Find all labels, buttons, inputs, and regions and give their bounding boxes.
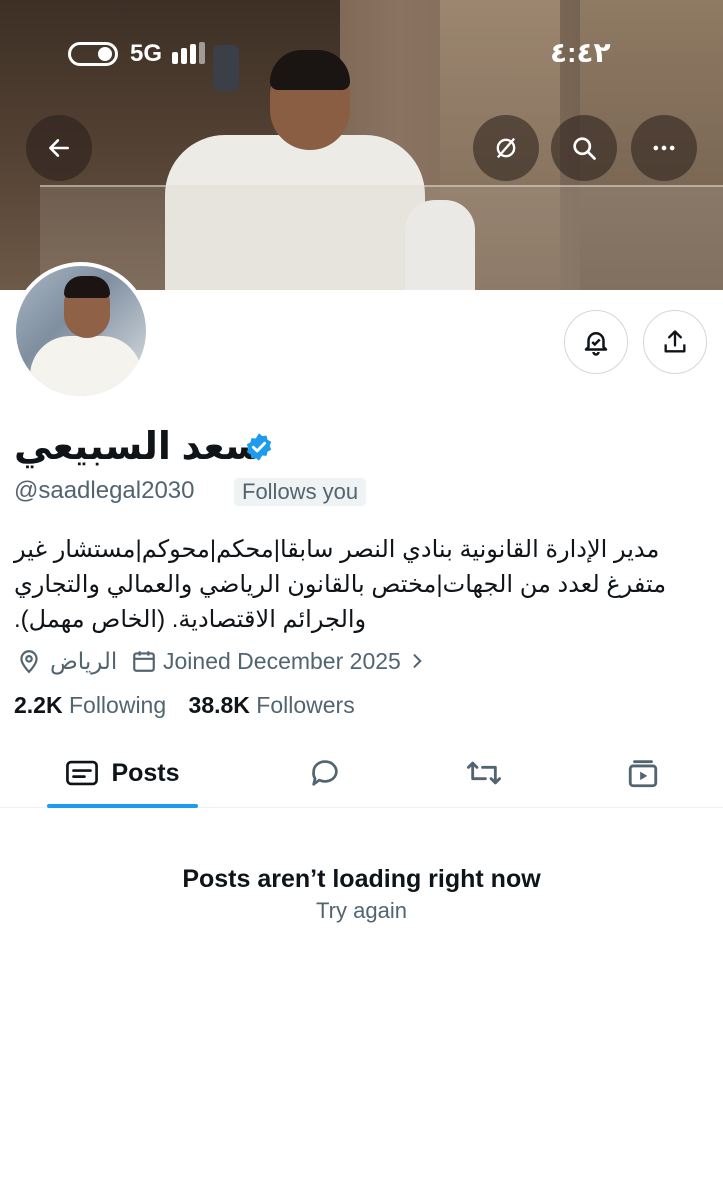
grok-button[interactable]: [473, 115, 539, 181]
active-tab-indicator: [47, 804, 198, 808]
back-button[interactable]: [26, 115, 92, 181]
error-title: Posts aren’t loading right now: [182, 865, 541, 893]
retry-link[interactable]: Try again: [0, 898, 723, 924]
avatar[interactable]: [12, 262, 150, 400]
grok-icon: [496, 137, 516, 159]
bell-icon: [584, 332, 608, 356]
profile-tabs: Posts: [0, 738, 723, 808]
clock: ٤:٤٢: [550, 37, 611, 68]
location-label: الرياض: [50, 647, 118, 674]
status-bar: 5G ٤:٤٢: [0, 36, 723, 70]
profile-handle: @saadlegal2030: [14, 477, 195, 504]
notifications-button[interactable]: [564, 310, 628, 374]
more-icon: [653, 145, 675, 151]
verified-badge-icon: [246, 433, 272, 461]
share-icon: [664, 330, 686, 353]
posts-icon: [66, 760, 99, 786]
chevron-right-icon: [413, 654, 422, 668]
following-link[interactable]: 2.2K Following: [14, 692, 166, 718]
followers-label: Followers: [256, 692, 355, 718]
location-pin-icon: [20, 650, 38, 674]
tab-media[interactable]: [608, 738, 678, 808]
profile-name: سعد السبيعي: [14, 426, 263, 468]
search-button[interactable]: [551, 115, 617, 181]
follow-stats: 2.2K Following 38.8K Followers: [14, 692, 355, 719]
tab-reposts[interactable]: [449, 738, 519, 808]
following-label: Following: [68, 692, 167, 718]
back-arrow-icon: [49, 139, 69, 157]
media-icon: [628, 760, 658, 788]
followers-link[interactable]: 38.8K Followers: [189, 692, 355, 718]
share-button[interactable]: [643, 310, 707, 374]
network-label: 5G: [130, 40, 163, 67]
more-button[interactable]: [631, 115, 697, 181]
calendar-icon: [133, 651, 155, 672]
profile-bio: مدير الإدارة القانونية بنادي النصر سابقا…: [14, 536, 667, 633]
following-count: 2.2K: [14, 692, 63, 718]
tab-posts[interactable]: Posts: [47, 738, 198, 808]
search-icon: [573, 137, 596, 160]
followers-count: 38.8K: [188, 692, 250, 718]
follows-you-badge: Follows you: [234, 478, 367, 506]
toggle-icon: [68, 42, 118, 66]
tab-replies[interactable]: [290, 738, 360, 808]
joined-label: Joined December 2025: [163, 647, 401, 674]
tab-posts-label: Posts: [111, 758, 180, 787]
banner-glass-railing: [40, 185, 723, 290]
signal-icon: [172, 42, 212, 64]
location: الرياض: [16, 645, 117, 677]
reposts-icon: [466, 761, 501, 785]
replies-icon: [312, 760, 338, 786]
joined-date[interactable]: Joined December 2025: [131, 645, 427, 677]
